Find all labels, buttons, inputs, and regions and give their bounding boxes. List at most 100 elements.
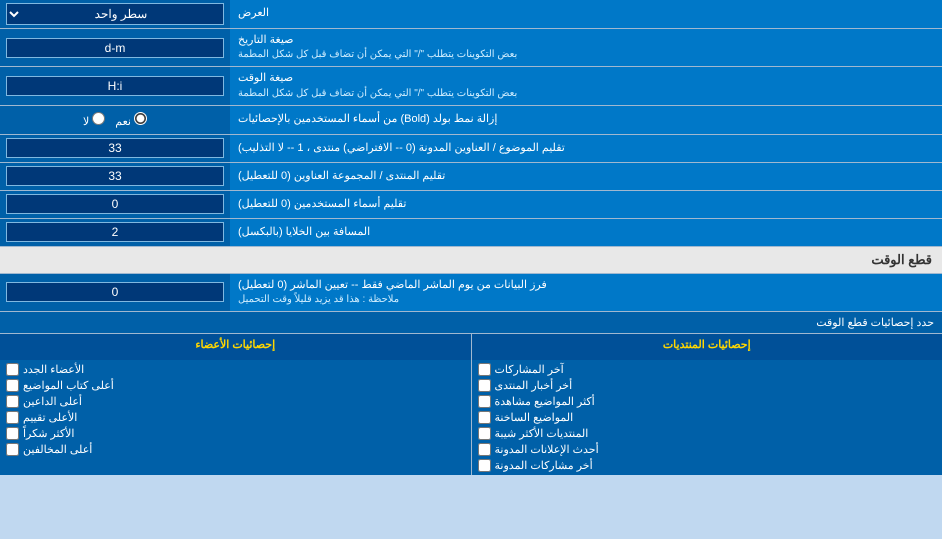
list-item: المواضيع الساخنة	[478, 411, 937, 424]
realtime-section-header: قطع الوقت	[0, 247, 942, 274]
title-row: العرض سطر واحد	[0, 0, 942, 29]
stats-col1-header: إحصائيات المنتديات	[471, 334, 942, 360]
realtime-filter-label: فرز البيانات من يوم الماشر الماضي فقط --…	[230, 274, 942, 311]
forum-titles-label: تقليم المنتدى / المجموعة العناوين (0 للت…	[230, 163, 942, 190]
stats-col1-title: إحصائيات المنتديات	[663, 339, 751, 351]
stats-checkboxes-row: آخر المشاركات أخر أخبار المنتدى أكثر الموا…	[0, 360, 942, 475]
time-format-title: صيغة الوقت	[238, 71, 293, 86]
remove-bold-yes-radio[interactable]	[134, 112, 147, 125]
list-item: المنتديات الأكثر شيبة	[478, 427, 937, 440]
stats-header-row: حدد إحصائيات قطع الوقت	[0, 312, 942, 334]
page-title-label: العرض	[230, 0, 942, 28]
stats-col2-checkbox-2[interactable]	[6, 395, 19, 408]
topic-titles-field[interactable]	[6, 138, 224, 158]
stats-col2-item-label: الأعضاء الجدد	[23, 363, 84, 376]
stats-col1-checkbox-1[interactable]	[478, 379, 491, 392]
stats-col2-checkbox-3[interactable]	[6, 411, 19, 424]
stats-col2-title: إحصائيات الأعضاء	[195, 339, 275, 351]
remove-bold-row: إزالة نمط بولد (Bold) من أسماء المستخدمي…	[0, 106, 942, 135]
remove-bold-label: إزالة نمط بولد (Bold) من أسماء المستخدمي…	[230, 106, 942, 134]
cell-spacing-row: المسافة بين الخلايا (بالبكسل)	[0, 219, 942, 247]
stats-col1-checkbox-5[interactable]	[478, 443, 491, 456]
list-item: آخر المشاركات	[478, 363, 937, 376]
remove-bold-title: إزالة نمط بولد (Bold) من أسماء المستخدمي…	[238, 112, 497, 127]
stats-col2-checkbox-4[interactable]	[6, 427, 19, 440]
realtime-filter-title: فرز البيانات من يوم الماشر الماضي فقط --…	[238, 278, 547, 293]
stats-col1-checkbox-6[interactable]	[478, 459, 491, 472]
stats-col2-item-label: الأعلى تقييم	[23, 411, 77, 424]
user-names-input-wrap[interactable]	[0, 191, 230, 218]
list-item: أخر أخبار المنتدى	[478, 379, 937, 392]
date-format-label: صيغة التاريخ بعض التكوينات يتطلب "/" الت…	[230, 29, 942, 66]
time-format-label: صيغة الوقت بعض التكوينات يتطلب "/" التي …	[230, 67, 942, 104]
user-names-field[interactable]	[6, 194, 224, 214]
remove-bold-yes-label: نعم	[115, 112, 147, 128]
stats-col2-checkbox-1[interactable]	[6, 379, 19, 392]
stats-col2-checkboxes: الأعضاء الجدد أعلى كتاب المواضيع أعلى الدا…	[0, 360, 471, 475]
date-format-input-wrap[interactable]	[0, 29, 230, 66]
cell-spacing-title: المسافة بين الخلايا (بالبكسل)	[238, 225, 370, 240]
list-item: أحدث الإعلانات المدونة	[478, 443, 937, 456]
forum-titles-title: تقليم المنتدى / المجموعة العناوين (0 للت…	[238, 169, 445, 184]
stats-col1-checkbox-3[interactable]	[478, 411, 491, 424]
topic-titles-label: تقليم الموضوع / العناوين المدونة (0 -- ا…	[230, 135, 942, 162]
date-format-row: صيغة التاريخ بعض التكوينات يتطلب "/" الت…	[0, 29, 942, 67]
stats-col2-item-label: الأكثر شكراً	[23, 427, 74, 440]
realtime-filter-row: فرز البيانات من يوم الماشر الماضي فقط --…	[0, 274, 942, 312]
realtime-filter-input-wrap[interactable]	[0, 274, 230, 311]
list-item: الأعلى تقييم	[6, 411, 465, 424]
user-names-label: تقليم أسماء المستخدمين (0 للتعطيل)	[230, 191, 942, 218]
main-container: العرض سطر واحد صيغة التاريخ بعض التكوينا…	[0, 0, 942, 475]
stats-col1-item-label: المواضيع الساخنة	[495, 411, 574, 424]
stats-col1-item-label: أحدث الإعلانات المدونة	[495, 443, 599, 456]
topic-titles-row: تقليم الموضوع / العناوين المدونة (0 -- ا…	[0, 135, 942, 163]
stats-col1-checkboxes: آخر المشاركات أخر أخبار المنتدى أكثر الموا…	[471, 360, 942, 475]
forum-titles-input-wrap[interactable]	[0, 163, 230, 190]
stats-col1-checkbox-4[interactable]	[478, 427, 491, 440]
display-mode-input[interactable]: سطر واحد	[0, 0, 230, 28]
list-item: أعلى الداعين	[6, 395, 465, 408]
forum-titles-row: تقليم المنتدى / المجموعة العناوين (0 للت…	[0, 163, 942, 191]
stats-col2-header: إحصائيات الأعضاء	[0, 334, 471, 360]
list-item: أعلى المخالفين	[6, 443, 465, 456]
stats-col1-item-label: أكثر المواضيع مشاهدة	[495, 395, 595, 408]
stats-col2-item-label: أعلى المخالفين	[23, 443, 92, 456]
stats-col1-item-label: أخر أخبار المنتدى	[495, 379, 573, 392]
remove-bold-input-wrap: نعم لا	[0, 106, 230, 134]
remove-bold-no-label: لا	[83, 112, 105, 128]
time-format-input-wrap[interactable]	[0, 67, 230, 104]
stats-col2-checkbox-0[interactable]	[6, 363, 19, 376]
forum-titles-field[interactable]	[6, 166, 224, 186]
topic-titles-title: تقليم الموضوع / العناوين المدونة (0 -- ا…	[238, 141, 565, 156]
list-item: الأكثر شكراً	[6, 427, 465, 440]
page-title: العرض	[238, 6, 269, 21]
user-names-title: تقليم أسماء المستخدمين (0 للتعطيل)	[238, 197, 406, 212]
stats-col2-checkbox-5[interactable]	[6, 443, 19, 456]
realtime-filter-field[interactable]	[6, 282, 224, 302]
user-names-row: تقليم أسماء المستخدمين (0 للتعطيل)	[0, 191, 942, 219]
list-item: أكثر المواضيع مشاهدة	[478, 395, 937, 408]
remove-bold-radio-group: نعم لا	[75, 109, 155, 131]
stats-col1-item-label: آخر المشاركات	[495, 363, 564, 376]
cell-spacing-field[interactable]	[6, 222, 224, 242]
cell-spacing-input-wrap[interactable]	[0, 219, 230, 246]
stats-col2-item-label: أعلى الداعين	[23, 395, 82, 408]
topic-titles-input-wrap[interactable]	[0, 135, 230, 162]
stats-header-title: حدد إحصائيات قطع الوقت	[816, 317, 934, 329]
stats-col1-checkbox-2[interactable]	[478, 395, 491, 408]
time-format-row: صيغة الوقت بعض التكوينات يتطلب "/" التي …	[0, 67, 942, 105]
date-format-field[interactable]	[6, 38, 224, 58]
stats-col2-item-label: أعلى كتاب المواضيع	[23, 379, 114, 392]
date-format-sublabel: بعض التكوينات يتطلب "/" التي يمكن أن تضا…	[238, 48, 517, 62]
display-mode-select[interactable]: سطر واحد	[6, 3, 224, 25]
realtime-filter-sublabel: ملاحظة : هذا قد يزيد قليلاً وقت التحميل	[238, 293, 399, 307]
remove-bold-no-radio[interactable]	[92, 112, 105, 125]
realtime-section-title: قطع الوقت	[871, 252, 932, 267]
stats-col1-item-label: أخر مشاركات المدونة	[495, 459, 593, 472]
time-format-field[interactable]	[6, 76, 224, 96]
list-item: أعلى كتاب المواضيع	[6, 379, 465, 392]
list-item: أخر مشاركات المدونة	[478, 459, 937, 472]
stats-col1-checkbox-0[interactable]	[478, 363, 491, 376]
stats-cols-header: إحصائيات المنتديات إحصائيات الأعضاء	[0, 334, 942, 360]
date-format-title: صيغة التاريخ	[238, 33, 293, 48]
